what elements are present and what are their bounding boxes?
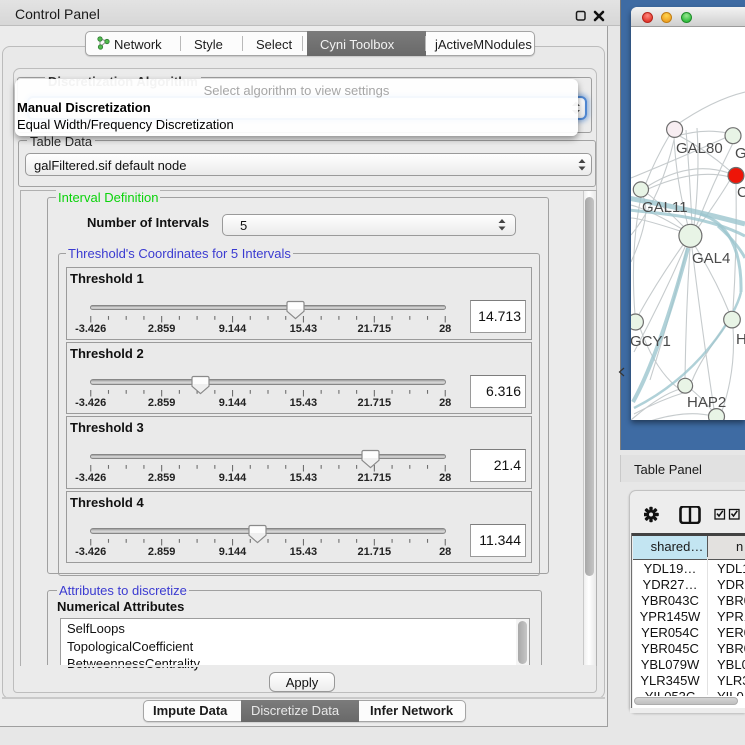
svg-text:GAL4: GAL4: [692, 250, 730, 267]
svg-text:G.: G.: [735, 145, 745, 162]
svg-text:GCY1: GCY1: [631, 333, 671, 350]
svg-text:C: C: [737, 184, 745, 201]
svg-text:HAP2: HAP2: [687, 394, 726, 411]
svg-text:GAL80: GAL80: [676, 140, 723, 157]
svg-text:H: H: [736, 331, 745, 348]
svg-text:GAL11: GAL11: [642, 199, 688, 216]
